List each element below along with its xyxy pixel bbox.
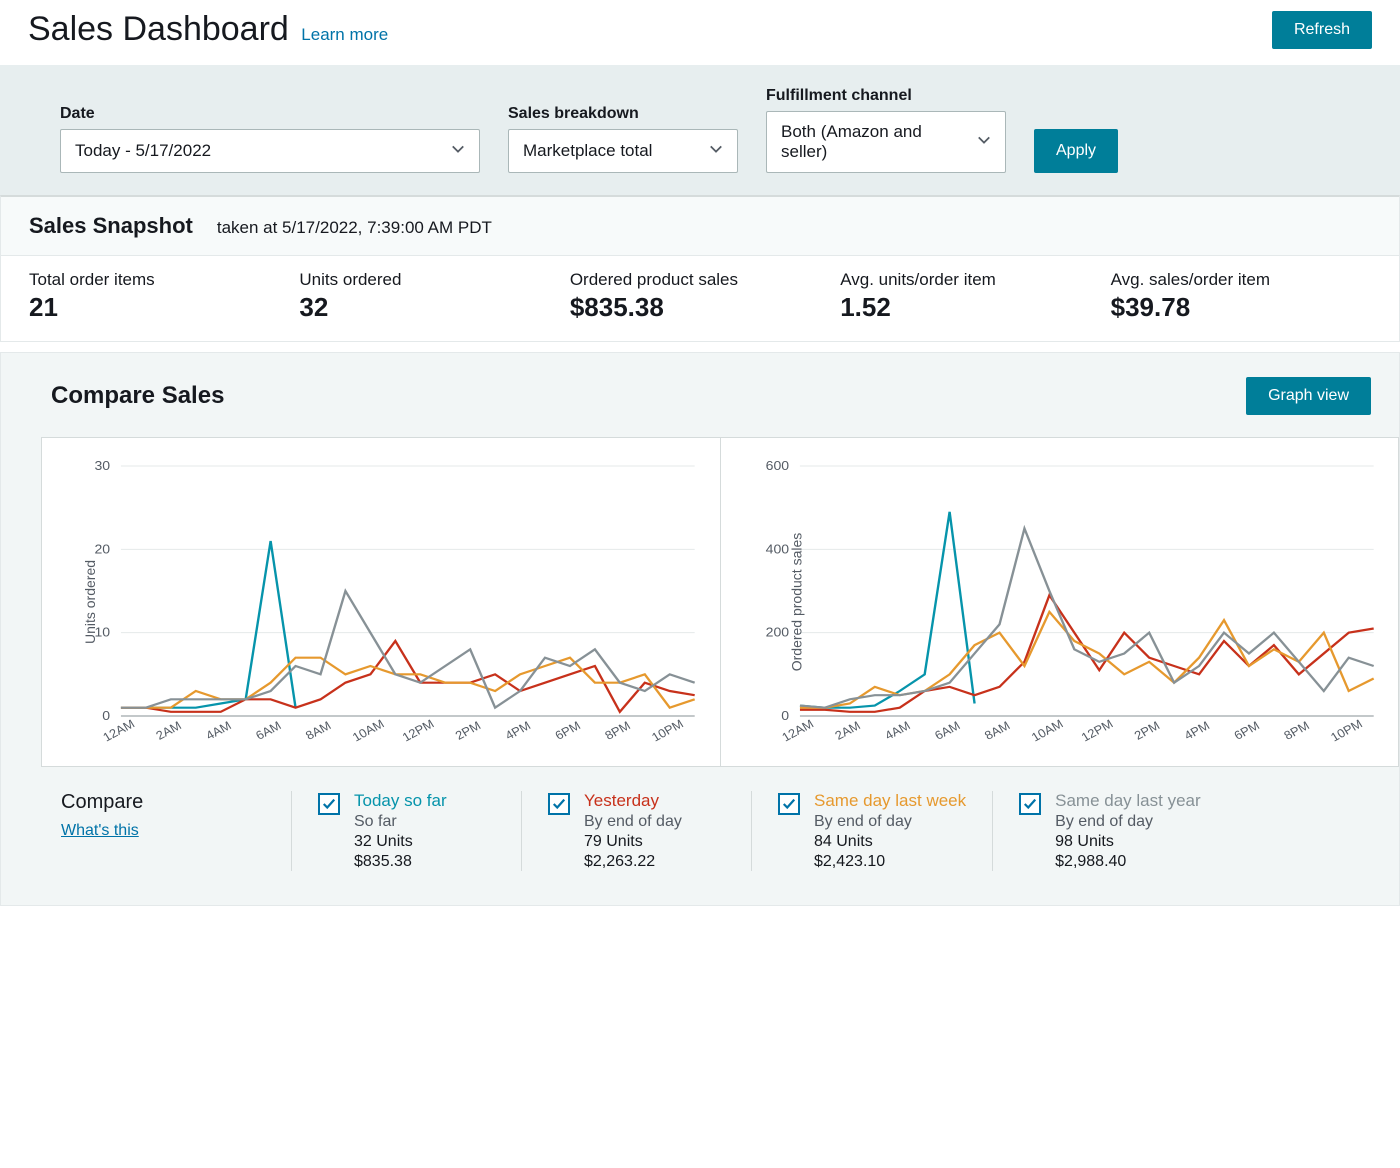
legend-sales: $2,988.40 [1055,853,1201,871]
svg-text:400: 400 [765,542,788,556]
svg-text:8PM: 8PM [603,719,633,743]
metric-label: Ordered product sales [570,270,830,290]
svg-text:10PM: 10PM [1328,717,1365,744]
breakdown-label: Sales breakdown [508,105,738,123]
svg-text:30: 30 [94,458,110,472]
apply-button[interactable]: Apply [1034,129,1118,173]
metric-value: 32 [299,292,559,323]
legend-sub: By end of day [814,813,966,831]
metric-label: Units ordered [299,270,559,290]
legend-item: Same day last week By end of day 84 Units $… [751,791,992,871]
legend-units: 84 Units [814,833,966,851]
legend-item: Yesterday By end of day 79 Units $2,263.22 [521,791,751,871]
sales-snapshot-panel: Sales Snapshot taken at 5/17/2022, 7:39:… [0,195,1400,342]
legend-title: Today so far [354,791,447,811]
legend-units: 32 Units [354,833,447,851]
legend-item: Today so far So far 32 Units $835.38 [291,791,521,871]
channel-select[interactable]: Both (Amazon and seller) [766,111,1006,173]
metric: Avg. sales/order item$39.78 [1111,270,1371,323]
page-title: Sales Dashboard [28,10,289,49]
svg-text:6AM: 6AM [253,719,283,743]
legend-sales: $2,263.22 [584,853,682,871]
svg-text:6PM: 6PM [553,719,583,743]
legend-item: Same day last year By end of day 98 Units $… [992,791,1227,871]
y-axis-label: Ordered product sales [788,533,804,672]
legend-sales: $2,423.10 [814,853,966,871]
legend-checkbox[interactable] [318,793,340,815]
chart: Ordered product sales020040060012AM2AM4A… [721,438,1399,766]
metric: Units ordered32 [299,270,559,323]
svg-text:2AM: 2AM [832,719,862,743]
metric-label: Avg. units/order item [840,270,1100,290]
filter-bar: Date Today - 5/17/2022 Sales breakdown M… [0,65,1400,195]
svg-text:6PM: 6PM [1231,719,1261,743]
svg-text:4AM: 4AM [882,719,912,743]
channel-select-value: Both (Amazon and seller) [781,122,965,162]
legend-title: Same day last week [814,791,966,811]
svg-text:8PM: 8PM [1281,719,1311,743]
svg-text:10PM: 10PM [649,717,686,744]
legend-sub: By end of day [1055,813,1201,831]
svg-text:2PM: 2PM [1131,719,1161,743]
svg-text:12PM: 12PM [1078,717,1115,744]
svg-text:8AM: 8AM [303,719,333,743]
legend-checkbox[interactable] [1019,793,1041,815]
metric: Ordered product sales$835.38 [570,270,830,323]
channel-label: Fulfillment channel [766,87,1006,105]
graph-view-button[interactable]: Graph view [1246,377,1371,415]
metric: Total order items21 [29,270,289,323]
legend-sub: By end of day [584,813,682,831]
breakdown-select-value: Marketplace total [523,141,652,161]
chevron-down-icon [451,141,465,161]
chart: Units ordered010203012AM2AM4AM6AM8AM10AM… [42,438,721,766]
svg-text:4PM: 4PM [503,719,533,743]
legend-checkbox[interactable] [548,793,570,815]
svg-text:4PM: 4PM [1181,719,1211,743]
legend-title: Same day last year [1055,791,1201,811]
svg-text:4AM: 4AM [203,719,233,743]
legend-title: Yesterday [584,791,682,811]
legend-units: 98 Units [1055,833,1201,851]
legend-checkbox[interactable] [778,793,800,815]
metric-label: Avg. sales/order item [1111,270,1371,290]
legend-sub: So far [354,813,447,831]
date-select-value: Today - 5/17/2022 [75,141,211,161]
svg-text:10AM: 10AM [350,717,387,744]
svg-text:0: 0 [102,708,110,722]
svg-text:10AM: 10AM [1028,717,1065,744]
legend-sales: $835.38 [354,853,447,871]
compare-label: Compare [61,791,291,814]
legend-units: 79 Units [584,833,682,851]
metric: Avg. units/order item1.52 [840,270,1100,323]
metric-value: 1.52 [840,292,1100,323]
svg-text:2AM: 2AM [154,719,184,743]
metric-value: 21 [29,292,289,323]
svg-text:8AM: 8AM [982,719,1012,743]
compare-sales-panel: Compare Sales Graph view Units ordered 0 1… [0,352,1400,906]
snapshot-timestamp: taken at 5/17/2022, 7:39:00 AM PDT [217,218,492,238]
svg-text:2PM: 2PM [453,719,483,743]
chevron-down-icon [709,141,723,161]
metric-label: Total order items [29,270,289,290]
y-axis-label: Units ordered [82,560,98,644]
date-label: Date [60,105,480,123]
svg-text:200: 200 [765,625,788,639]
date-select[interactable]: Today - 5/17/2022 [60,129,480,173]
whats-this-link[interactable]: What's this [61,822,139,839]
learn-more-link[interactable]: Learn more [301,25,388,44]
snapshot-title: Sales Snapshot [29,213,193,239]
svg-text:6AM: 6AM [932,719,962,743]
metric-value: $835.38 [570,292,830,323]
svg-text:0: 0 [781,708,789,722]
svg-text:600: 600 [765,458,788,472]
metric-value: $39.78 [1111,292,1371,323]
refresh-button[interactable]: Refresh [1272,11,1372,49]
chevron-down-icon [977,132,991,152]
breakdown-select[interactable]: Marketplace total [508,129,738,173]
svg-text:12PM: 12PM [400,717,437,744]
compare-title: Compare Sales [51,382,224,410]
svg-text:20: 20 [94,542,110,556]
